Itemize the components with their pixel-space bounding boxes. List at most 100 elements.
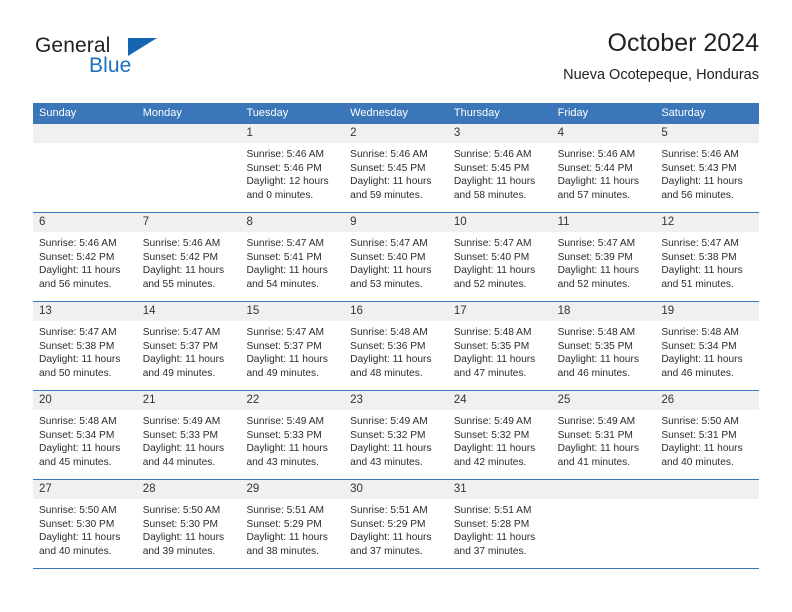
calendar-day-cell[interactable]: 9 Sunrise: 5:47 AM Sunset: 5:40 PM Daylight… [344, 213, 448, 301]
day-detail-line: and 59 minutes. [350, 189, 423, 201]
day-detail-line: Daylight: 11 hours [246, 354, 328, 366]
day-detail-line: Sunrise: 5:46 AM [142, 238, 221, 249]
day-detail-line: Daylight: 11 hours [453, 443, 536, 455]
day-detail-line: and 44 minutes. [142, 456, 216, 468]
calendar-day-cell[interactable]: 10 Sunrise: 5:47 AM Sunset: 5:40 PM Dayligh… [447, 213, 552, 301]
day-detail-line: Daylight: 11 hours [39, 354, 121, 366]
day-detail-line: Sunset: 5:33 PM [142, 429, 219, 441]
calendar-day-cell[interactable]: 28 Sunrise: 5:50 AM Sunset: 5:30 PM Dayligh… [136, 480, 241, 568]
day-detail-line: and 56 minutes. [39, 278, 112, 290]
day-number: 9 [350, 216, 357, 228]
day-detail-line: and 43 minutes. [350, 456, 423, 468]
calendar-page: General Blue October 2024 Nueva Ocotepeq… [0, 0, 792, 612]
day-number: 3 [453, 127, 461, 139]
calendar-week-row: 1 Sunrise: 5:46 AM Sunset: 5:46 PM Daylight… [33, 124, 760, 213]
calendar-day-cell[interactable]: 12 Sunrise: 5:47 AM Sunset: 5:38 PM Dayligh… [655, 213, 760, 301]
day-detail-text: Sunrise: 5:48 AM Sunset: 5:35 PM Daylight:… [552, 321, 656, 380]
calendar-day-cell[interactable]: 30 Sunrise: 5:51 AM Sunset: 5:29 PM Dayligh… [344, 480, 448, 568]
calendar-day-cell[interactable]: 6 Sunrise: 5:46 AM Sunset: 5:42 PM Daylight… [33, 213, 137, 301]
day-number-band: 29 [240, 480, 345, 499]
calendar-day-cell[interactable]: 18 Sunrise: 5:48 AM Sunset: 5:35 PM Dayligh… [551, 302, 656, 390]
day-number: 2 [350, 127, 357, 139]
calendar-day-cell[interactable]: 16 Sunrise: 5:48 AM Sunset: 5:36 PM Dayligh… [344, 302, 448, 390]
day-detail-line: and 0 minutes. [246, 189, 314, 201]
calendar-day-cell-empty [136, 124, 241, 212]
calendar-day-cell[interactable]: 19 Sunrise: 5:48 AM Sunset: 5:34 PM Dayligh… [655, 302, 760, 390]
calendar-day-cell[interactable]: 3 Sunrise: 5:46 AM Sunset: 5:45 PM Daylight… [447, 124, 552, 212]
calendar-day-cell[interactable]: 4 Sunrise: 5:46 AM Sunset: 5:44 PM Daylight… [551, 124, 656, 212]
calendar-day-cell[interactable]: 27 Sunrise: 5:50 AM Sunset: 5:30 PM Dayligh… [33, 480, 137, 568]
day-detail-line: and 51 minutes. [661, 278, 734, 290]
day-detail-text: Sunrise: 5:51 AM Sunset: 5:29 PM Daylight:… [344, 499, 448, 558]
day-number: 21 [142, 394, 156, 406]
day-detail-text: Sunrise: 5:47 AM Sunset: 5:38 PM Daylight:… [33, 321, 137, 380]
calendar-day-cell[interactable]: 31 Sunrise: 5:51 AM Sunset: 5:28 PM Dayligh… [447, 480, 552, 568]
calendar-grid: Sunday Monday Tuesday Wednesday Thursday Frid… [33, 103, 760, 569]
day-number-band: 2 [344, 124, 448, 143]
calendar-day-cell[interactable]: 24 Sunrise: 5:49 AM Sunset: 5:32 PM Dayligh… [447, 391, 552, 479]
day-detail-text: Sunrise: 5:46 AM Sunset: 5:42 PM Daylight:… [33, 232, 137, 291]
calendar-day-cell[interactable]: 14 Sunrise: 5:47 AM Sunset: 5:37 PM Dayligh… [136, 302, 241, 390]
day-detail-text: Sunrise: 5:49 AM Sunset: 5:31 PM Daylight:… [552, 410, 656, 469]
calendar-day-cell[interactable]: 23 Sunrise: 5:49 AM Sunset: 5:32 PM Dayligh… [344, 391, 448, 479]
general-blue-logo[interactable]: General Blue [33, 34, 243, 88]
day-number-band: 10 [447, 213, 552, 232]
day-number-band: 14 [136, 302, 241, 321]
page-title: October 2024 [607, 29, 760, 57]
day-number-band: 5 [655, 124, 760, 143]
day-detail-line: and 43 minutes. [246, 456, 319, 468]
day-detail-line: Sunset: 5:45 PM [350, 162, 426, 174]
calendar-day-cell[interactable]: 13 Sunrise: 5:47 AM Sunset: 5:38 PM Dayligh… [33, 302, 137, 390]
day-number: 14 [142, 305, 156, 317]
day-detail-line: Sunrise: 5:50 AM [661, 416, 739, 427]
calendar-day-cell[interactable]: 11 Sunrise: 5:47 AM Sunset: 5:39 PM Dayligh… [551, 213, 656, 301]
day-detail-line: and 47 minutes. [453, 367, 527, 379]
day-detail-line: Sunset: 5:31 PM [557, 429, 633, 441]
day-detail-line: and 56 minutes. [661, 189, 734, 201]
day-number-band: 9 [344, 213, 448, 232]
day-detail-line: Daylight: 11 hours [453, 176, 536, 188]
day-detail-line: Sunset: 5:42 PM [39, 251, 115, 263]
day-number-band: 19 [655, 302, 760, 321]
day-of-week-wednesday: Wednesday [350, 107, 409, 119]
day-number: 6 [39, 216, 46, 228]
day-number-band: 28 [136, 480, 241, 499]
day-detail-line: Daylight: 11 hours [350, 176, 432, 188]
calendar-day-cell[interactable]: 7 Sunrise: 5:46 AM Sunset: 5:42 PM Daylight… [136, 213, 241, 301]
day-number: 15 [246, 305, 260, 317]
calendar-day-cell[interactable]: 8 Sunrise: 5:47 AM Sunset: 5:41 PM Daylight… [240, 213, 345, 301]
day-detail-line: Daylight: 11 hours [453, 532, 536, 544]
day-detail-line: Sunrise: 5:48 AM [39, 416, 117, 427]
calendar-day-cell[interactable]: 29 Sunrise: 5:51 AM Sunset: 5:29 PM Dayligh… [240, 480, 345, 568]
calendar-day-cell[interactable]: 25 Sunrise: 5:49 AM Sunset: 5:31 PM Dayligh… [551, 391, 656, 479]
day-detail-line: and 49 minutes. [142, 367, 216, 379]
day-detail-line: and 58 minutes. [453, 189, 527, 201]
day-detail-text: Sunrise: 5:48 AM Sunset: 5:34 PM Daylight:… [33, 410, 137, 469]
calendar-day-cell[interactable]: 5 Sunrise: 5:46 AM Sunset: 5:43 PM Daylight… [655, 124, 760, 212]
calendar-day-cell[interactable]: 2 Sunrise: 5:46 AM Sunset: 5:45 PM Daylight… [344, 124, 448, 212]
calendar-day-cell[interactable]: 1 Sunrise: 5:46 AM Sunset: 5:46 PM Daylight… [240, 124, 345, 212]
calendar-day-cell[interactable]: 22 Sunrise: 5:49 AM Sunset: 5:33 PM Dayligh… [240, 391, 345, 479]
day-number-band: 11 [551, 213, 656, 232]
calendar-day-cell[interactable]: 17 Sunrise: 5:48 AM Sunset: 5:35 PM Dayligh… [447, 302, 552, 390]
day-detail-line: Sunrise: 5:47 AM [453, 238, 532, 249]
day-detail-line: Daylight: 11 hours [142, 443, 225, 455]
calendar-day-cell[interactable]: 20 Sunrise: 5:48 AM Sunset: 5:34 PM Dayligh… [33, 391, 137, 479]
day-number: 31 [453, 483, 467, 495]
day-number: 8 [246, 216, 253, 228]
day-number-band: 1 [240, 124, 345, 143]
day-detail-line: Sunrise: 5:47 AM [557, 238, 636, 249]
day-number: 7 [142, 216, 150, 228]
calendar-day-cell[interactable]: 21 Sunrise: 5:49 AM Sunset: 5:33 PM Dayligh… [136, 391, 241, 479]
triangle-icon [128, 38, 157, 56]
day-of-week-friday: Friday [557, 107, 589, 119]
calendar-day-cell[interactable]: 15 Sunrise: 5:47 AM Sunset: 5:37 PM Dayligh… [240, 302, 345, 390]
day-detail-text: Sunrise: 5:47 AM Sunset: 5:37 PM Daylight:… [240, 321, 344, 380]
day-detail-line: and 50 minutes. [39, 367, 112, 379]
calendar-day-cell[interactable]: 26 Sunrise: 5:50 AM Sunset: 5:31 PM Dayligh… [655, 391, 760, 479]
day-detail-text: Sunrise: 5:49 AM Sunset: 5:32 PM Daylight:… [448, 410, 552, 469]
day-detail-line: Sunrise: 5:48 AM [661, 327, 739, 338]
day-detail-line: Sunset: 5:32 PM [350, 429, 426, 441]
day-detail-line: Sunset: 5:44 PM [557, 162, 633, 174]
day-detail-line: Sunset: 5:40 PM [453, 251, 530, 263]
